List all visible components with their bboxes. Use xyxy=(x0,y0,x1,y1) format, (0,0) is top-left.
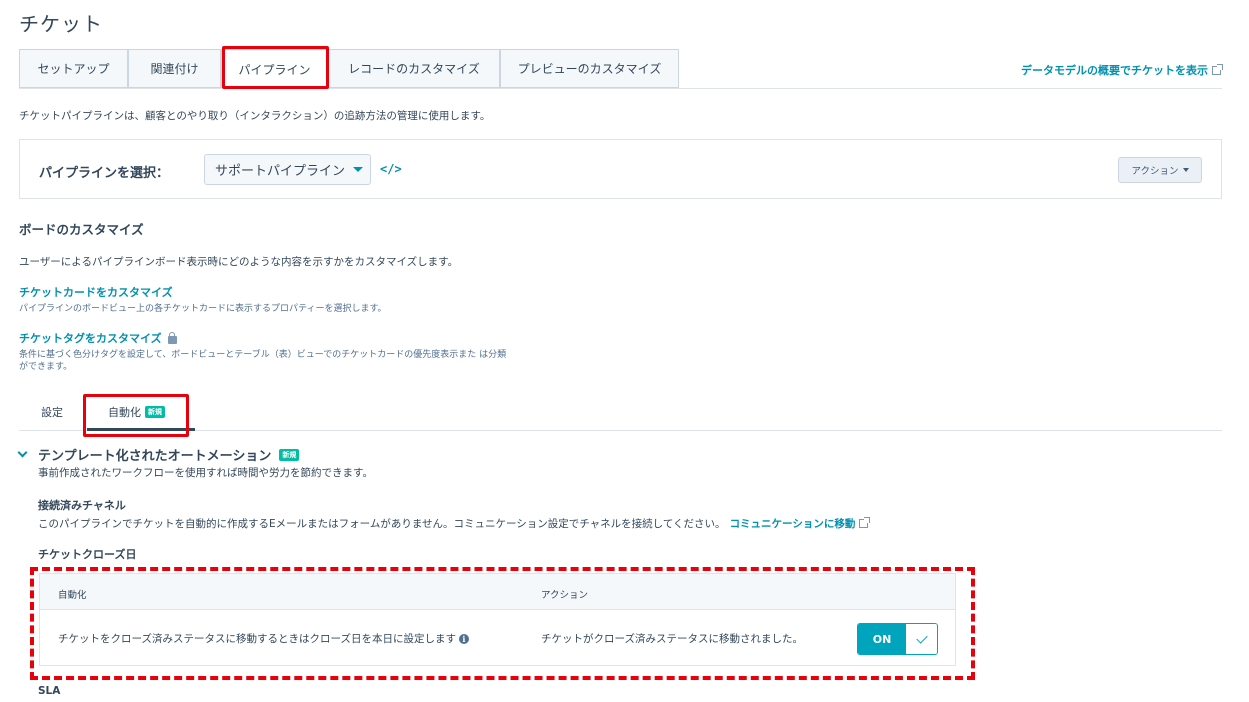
subtab-settings[interactable]: 設定 xyxy=(41,404,63,420)
templated-automation-header[interactable]: テンプレート化されたオートメーション 新規 xyxy=(17,445,300,464)
actions-button-label: アクション xyxy=(1131,166,1179,177)
new-badge: 新規 xyxy=(279,448,300,461)
customize-card-description: パイプラインのボードビュー上の各チケットカードに表示するプロパティーを選択します… xyxy=(19,304,387,314)
tab-record-customize[interactable]: レコードのカスタマイズ xyxy=(328,49,500,88)
actions-button[interactable]: アクション xyxy=(1118,157,1202,183)
external-link-icon xyxy=(859,517,871,528)
pipeline-description: チケットパイプラインは、顧客とのやり取り（インタラクション）の追跡方法の管理に使… xyxy=(19,110,491,122)
chevron-down-icon[interactable] xyxy=(17,447,28,458)
communication-link[interactable]: コミュニケーションに移動 xyxy=(730,516,856,531)
code-icon[interactable]: </> xyxy=(380,162,402,176)
data-model-link[interactable]: データモデルの概要でチケットを表示 xyxy=(1021,62,1223,78)
customize-tag-label[interactable]: チケットタグをカスタマイズ xyxy=(19,330,162,346)
connected-channels-text: このパイプラインでチケットを自動的に作成するEメールまたはフォームがありません。… xyxy=(38,516,871,531)
external-link-icon xyxy=(1212,63,1223,75)
connected-channels-message: このパイプラインでチケットを自動的に作成するEメールまたはフォームがありません。… xyxy=(38,518,726,530)
tab-associations[interactable]: 関連付け xyxy=(128,49,221,88)
tab-preview-customize[interactable]: プレビューのカスタマイズ xyxy=(500,49,679,88)
connected-channels-title: 接続済みチャネル xyxy=(38,499,126,512)
customize-card-link[interactable]: チケットカードをカスタマイズ xyxy=(19,284,173,300)
lock-icon xyxy=(167,331,177,344)
customize-tag-link[interactable]: チケットタグをカスタマイズ xyxy=(19,330,177,346)
pipeline-dropdown-value: サポートパイプライン xyxy=(215,164,346,179)
pipeline-dropdown[interactable]: サポートパイプライン xyxy=(204,154,371,185)
data-model-link-label[interactable]: データモデルの概要でチケットを表示 xyxy=(1021,62,1208,78)
sub-tabs: 設定 自動化 新規 xyxy=(19,398,1222,431)
templated-automation-description: 事前作成されたワークフローを使用すれば時間や労力を節約できます。 xyxy=(38,467,373,479)
board-title: ボードのカスタマイズ xyxy=(19,222,144,237)
pipeline-select-label: パイプラインを選択： xyxy=(39,166,170,181)
pipeline-tab-highlight xyxy=(222,46,329,89)
ticket-close-date-title: チケットクローズ日 xyxy=(38,548,137,561)
sla-title: SLA xyxy=(38,685,61,697)
close-date-dashed-highlight xyxy=(30,567,975,680)
page-title: チケット xyxy=(19,12,103,36)
board-description: ユーザーによるパイプラインボード表示時にどのような内容を示すかをカスタマイズしま… xyxy=(19,256,459,268)
caret-down-icon xyxy=(1182,168,1189,172)
tab-setup[interactable]: セットアップ xyxy=(19,49,128,88)
customize-tag-description: 条件に基づく色分けタグを設定して、ボードビューとテーブル（表）ビューでのチケット… xyxy=(19,350,507,372)
templated-automation-title: テンプレート化されたオートメーション xyxy=(38,449,272,464)
caret-down-icon xyxy=(353,167,364,172)
automation-subtab-highlight xyxy=(83,394,189,437)
pipeline-select-panel: パイプラインを選択： サポートパイプライン </> アクション xyxy=(19,139,1222,199)
